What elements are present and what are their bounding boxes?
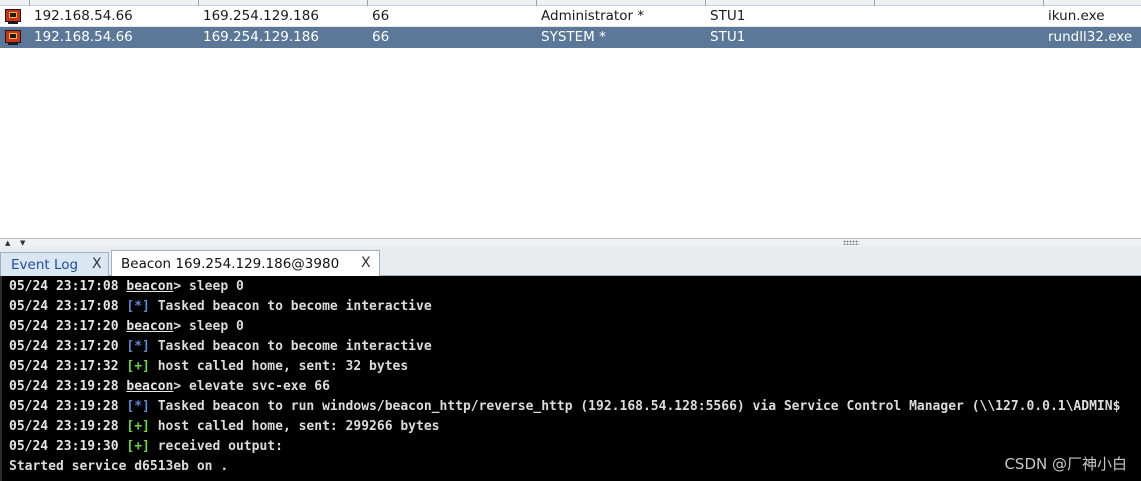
console-line: Started service d6513eb on . [9, 459, 229, 474]
console-line: 05/24 23:19:28 beacon> elevate svc-exe 6… [9, 379, 330, 394]
external-ip: 192.168.54.66 [34, 29, 133, 45]
console-line: 05/24 23:17:08 beacon> sleep 0 [9, 279, 244, 294]
process: ikun.exe [1048, 8, 1105, 24]
user: SYSTEM * [541, 29, 606, 45]
console-line: 05/24 23:19:28 [+] host called home, sen… [9, 419, 440, 434]
tab-event-log[interactable]: Event Log X [0, 252, 109, 276]
computer: STU1 [710, 29, 746, 45]
beacon-prompt: beacon [126, 279, 174, 294]
watermark: CSDN @厂神小白 [1004, 455, 1127, 473]
beacon-session-icon [5, 9, 21, 24]
external-ip: 192.168.54.66 [34, 8, 133, 24]
internal-ip: 169.254.129.186 [203, 29, 319, 45]
internal-ip: 169.254.129.186 [203, 8, 319, 24]
table-row[interactable]: 192.168.54.66 169.254.129.186 66 Adminis… [0, 6, 1141, 27]
console-line: 05/24 23:19:28 [*] Tasked beacon to run … [9, 399, 1121, 414]
console-line: 05/24 23:17:08 [*] Tasked beacon to beco… [9, 299, 432, 314]
beacon-prompt: beacon [126, 379, 174, 394]
collapse-up-icon[interactable]: ▲ [5, 239, 10, 247]
process: rundll32.exe [1048, 29, 1133, 45]
close-icon[interactable]: X [92, 256, 102, 272]
tab-bar: Event Log X Beacon 169.254.129.186@3980 … [0, 247, 1141, 276]
splitter-grip-icon[interactable] [843, 240, 859, 245]
user: Administrator * [541, 8, 645, 24]
pid: 66 [372, 29, 390, 45]
pid: 66 [372, 8, 390, 24]
panel-splitter[interactable]: ▲ ▼ [0, 238, 1141, 247]
console-line: 05/24 23:17:20 beacon> sleep 0 [9, 319, 244, 334]
close-icon[interactable]: X [361, 255, 371, 271]
collapse-down-icon[interactable]: ▼ [20, 239, 25, 247]
beacon-console[interactable]: 05/24 23:17:08 beacon> sleep 0 05/24 23:… [0, 276, 1141, 481]
console-line: 05/24 23:17:20 [*] Tasked beacon to beco… [9, 339, 432, 354]
sessions-table: 192.168.54.66 169.254.129.186 66 Adminis… [0, 0, 1141, 238]
console-line: 05/24 23:17:32 [+] host called home, sen… [9, 359, 409, 374]
beacon-prompt: beacon [126, 319, 174, 334]
console-line: 05/24 23:19:30 [+] received output: [9, 439, 283, 454]
tab-beacon[interactable]: Beacon 169.254.129.186@3980 X [111, 250, 380, 276]
beacon-session-icon [5, 30, 21, 45]
tab-label: Event Log [11, 257, 79, 273]
tab-label: Beacon 169.254.129.186@3980 [121, 256, 340, 272]
computer: STU1 [710, 8, 746, 24]
table-row-selected[interactable]: 192.168.54.66 169.254.129.186 66 SYSTEM … [0, 27, 1141, 48]
